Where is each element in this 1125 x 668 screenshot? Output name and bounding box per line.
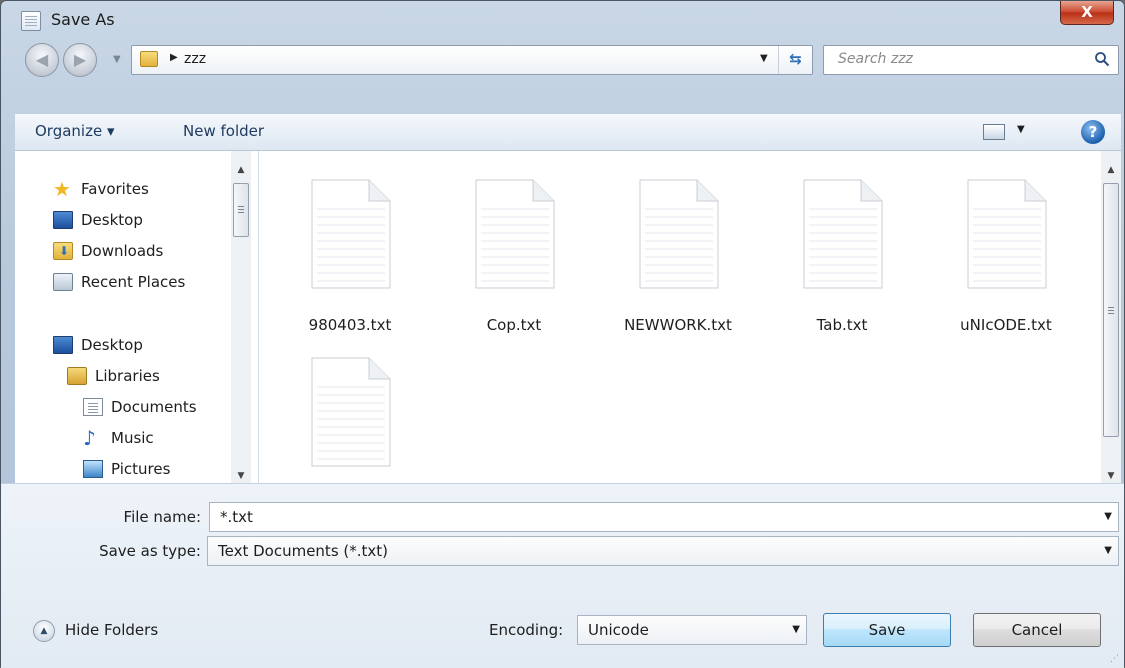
file-name: NEWWORK.txt bbox=[624, 316, 732, 334]
grip-icon bbox=[1108, 307, 1114, 308]
encoding-select[interactable]: Unicode ▼ bbox=[577, 615, 807, 645]
nav-scroll-thumb[interactable] bbox=[233, 183, 249, 237]
file-name: Cop.txt bbox=[486, 316, 542, 334]
help-icon[interactable]: ? bbox=[1081, 120, 1105, 144]
star-icon: ★ bbox=[53, 177, 71, 201]
file-item[interactable]: NEWWORK.txt bbox=[603, 151, 753, 334]
back-button[interactable]: ◀ bbox=[25, 43, 59, 77]
file-item[interactable]: Cop.txt bbox=[439, 151, 589, 334]
file-list-scrollbar[interactable]: ▲ ▼ bbox=[1101, 151, 1121, 483]
forward-button[interactable]: ▶ bbox=[63, 43, 97, 77]
desktop-icon bbox=[53, 336, 73, 354]
recent-places-icon bbox=[53, 273, 73, 291]
folder-icon bbox=[140, 51, 158, 67]
save-as-type-select[interactable]: Text Documents (*.txt) ▼ bbox=[207, 536, 1119, 566]
file-name-label: File name: bbox=[123, 508, 201, 526]
back-arrow-icon: ◀ bbox=[35, 50, 49, 69]
libraries-icon bbox=[67, 367, 87, 385]
file-name-field[interactable]: ▼ bbox=[209, 502, 1119, 532]
encoding-label: Encoding: bbox=[489, 621, 564, 639]
breadcrumb-zzz[interactable]: zzz bbox=[184, 51, 206, 67]
notepad-icon bbox=[21, 11, 41, 31]
file-item[interactable] bbox=[275, 329, 425, 489]
file-name-input[interactable] bbox=[210, 503, 1118, 531]
save-as-type-label: Save as type: bbox=[99, 542, 201, 560]
navigation-pane: ★ Favorites Desktop Downloads Recent Pla… bbox=[15, 151, 259, 483]
downloads-icon bbox=[53, 242, 73, 260]
text-file-icon bbox=[311, 357, 391, 467]
music-icon: ♪ bbox=[83, 426, 96, 450]
command-bar: Organize ▾ New folder ▼ ? bbox=[15, 113, 1121, 151]
title-bar: Save As X bbox=[1, 1, 1124, 39]
recent-locations-dropdown[interactable]: ▼ bbox=[113, 54, 121, 65]
file-name: Tab.txt bbox=[816, 316, 868, 334]
file-name: uNIcODE.txt bbox=[960, 316, 1052, 334]
address-row: ◀ ▶ ▼ ▶ zzz ▼ ⇆ Search zzz bbox=[1, 39, 1124, 83]
collapse-up-icon: ▲ bbox=[33, 620, 55, 642]
text-file-icon bbox=[311, 179, 391, 289]
file-scroll-thumb[interactable] bbox=[1103, 183, 1119, 437]
pictures-icon bbox=[83, 460, 103, 478]
file-item[interactable]: uNIcODE.txt bbox=[931, 151, 1081, 334]
chevron-down-icon: ▼ bbox=[792, 624, 800, 635]
resize-grip-icon[interactable]: ⋰ bbox=[1110, 654, 1120, 664]
documents-icon bbox=[83, 398, 103, 416]
refresh-icon: ⇆ bbox=[789, 50, 802, 68]
save-as-type-value: Text Documents (*.txt) bbox=[218, 542, 389, 560]
text-file-icon bbox=[803, 179, 883, 289]
chevron-down-icon: ▼ bbox=[1104, 545, 1112, 556]
file-list: 980403.txt Cop.txt NEWWORK.txt Tab.txt u… bbox=[259, 151, 1121, 483]
text-file-icon bbox=[475, 179, 555, 289]
save-options-panel: File name: ▼ Save as type: Text Document… bbox=[1, 483, 1124, 668]
search-input[interactable]: Search zzz bbox=[838, 51, 913, 67]
change-view-icon[interactable] bbox=[983, 124, 1005, 140]
breadcrumb-separator-icon[interactable]: ▶ bbox=[170, 52, 178, 63]
scroll-up-icon[interactable]: ▲ bbox=[1101, 161, 1121, 179]
text-file-icon bbox=[967, 179, 1047, 289]
encoding-value: Unicode bbox=[588, 621, 649, 639]
nav-pane-scrollbar[interactable]: ▲ ▼ bbox=[231, 151, 251, 483]
grip-icon bbox=[238, 206, 244, 207]
view-options-dropdown[interactable]: ▼ bbox=[1017, 124, 1025, 135]
scroll-up-icon[interactable]: ▲ bbox=[231, 161, 251, 179]
text-file-icon bbox=[639, 179, 719, 289]
desktop-icon bbox=[53, 211, 73, 229]
save-as-dialog: Save As X ◀ ▶ ▼ ▶ zzz ▼ ⇆ Search zzz Org… bbox=[0, 0, 1125, 668]
save-button[interactable]: Save bbox=[823, 613, 951, 647]
file-item[interactable]: Tab.txt bbox=[767, 151, 917, 334]
forward-arrow-icon: ▶ bbox=[73, 50, 87, 69]
new-folder-button[interactable]: New folder bbox=[183, 122, 264, 140]
refresh-button[interactable]: ⇆ bbox=[778, 46, 812, 74]
search-box[interactable]: Search zzz bbox=[823, 45, 1119, 75]
address-dropdown-icon[interactable]: ▼ bbox=[760, 53, 768, 64]
close-button[interactable]: X bbox=[1060, 1, 1114, 25]
address-bar[interactable]: ▶ zzz ▼ ⇆ bbox=[131, 45, 813, 75]
file-item[interactable]: 980403.txt bbox=[275, 151, 425, 334]
cancel-button[interactable]: Cancel bbox=[973, 613, 1101, 647]
search-icon[interactable] bbox=[1094, 51, 1110, 67]
organize-button[interactable]: Organize ▾ bbox=[35, 122, 115, 140]
file-name-dropdown-icon[interactable]: ▼ bbox=[1104, 511, 1112, 522]
window-title: Save As bbox=[51, 10, 115, 29]
